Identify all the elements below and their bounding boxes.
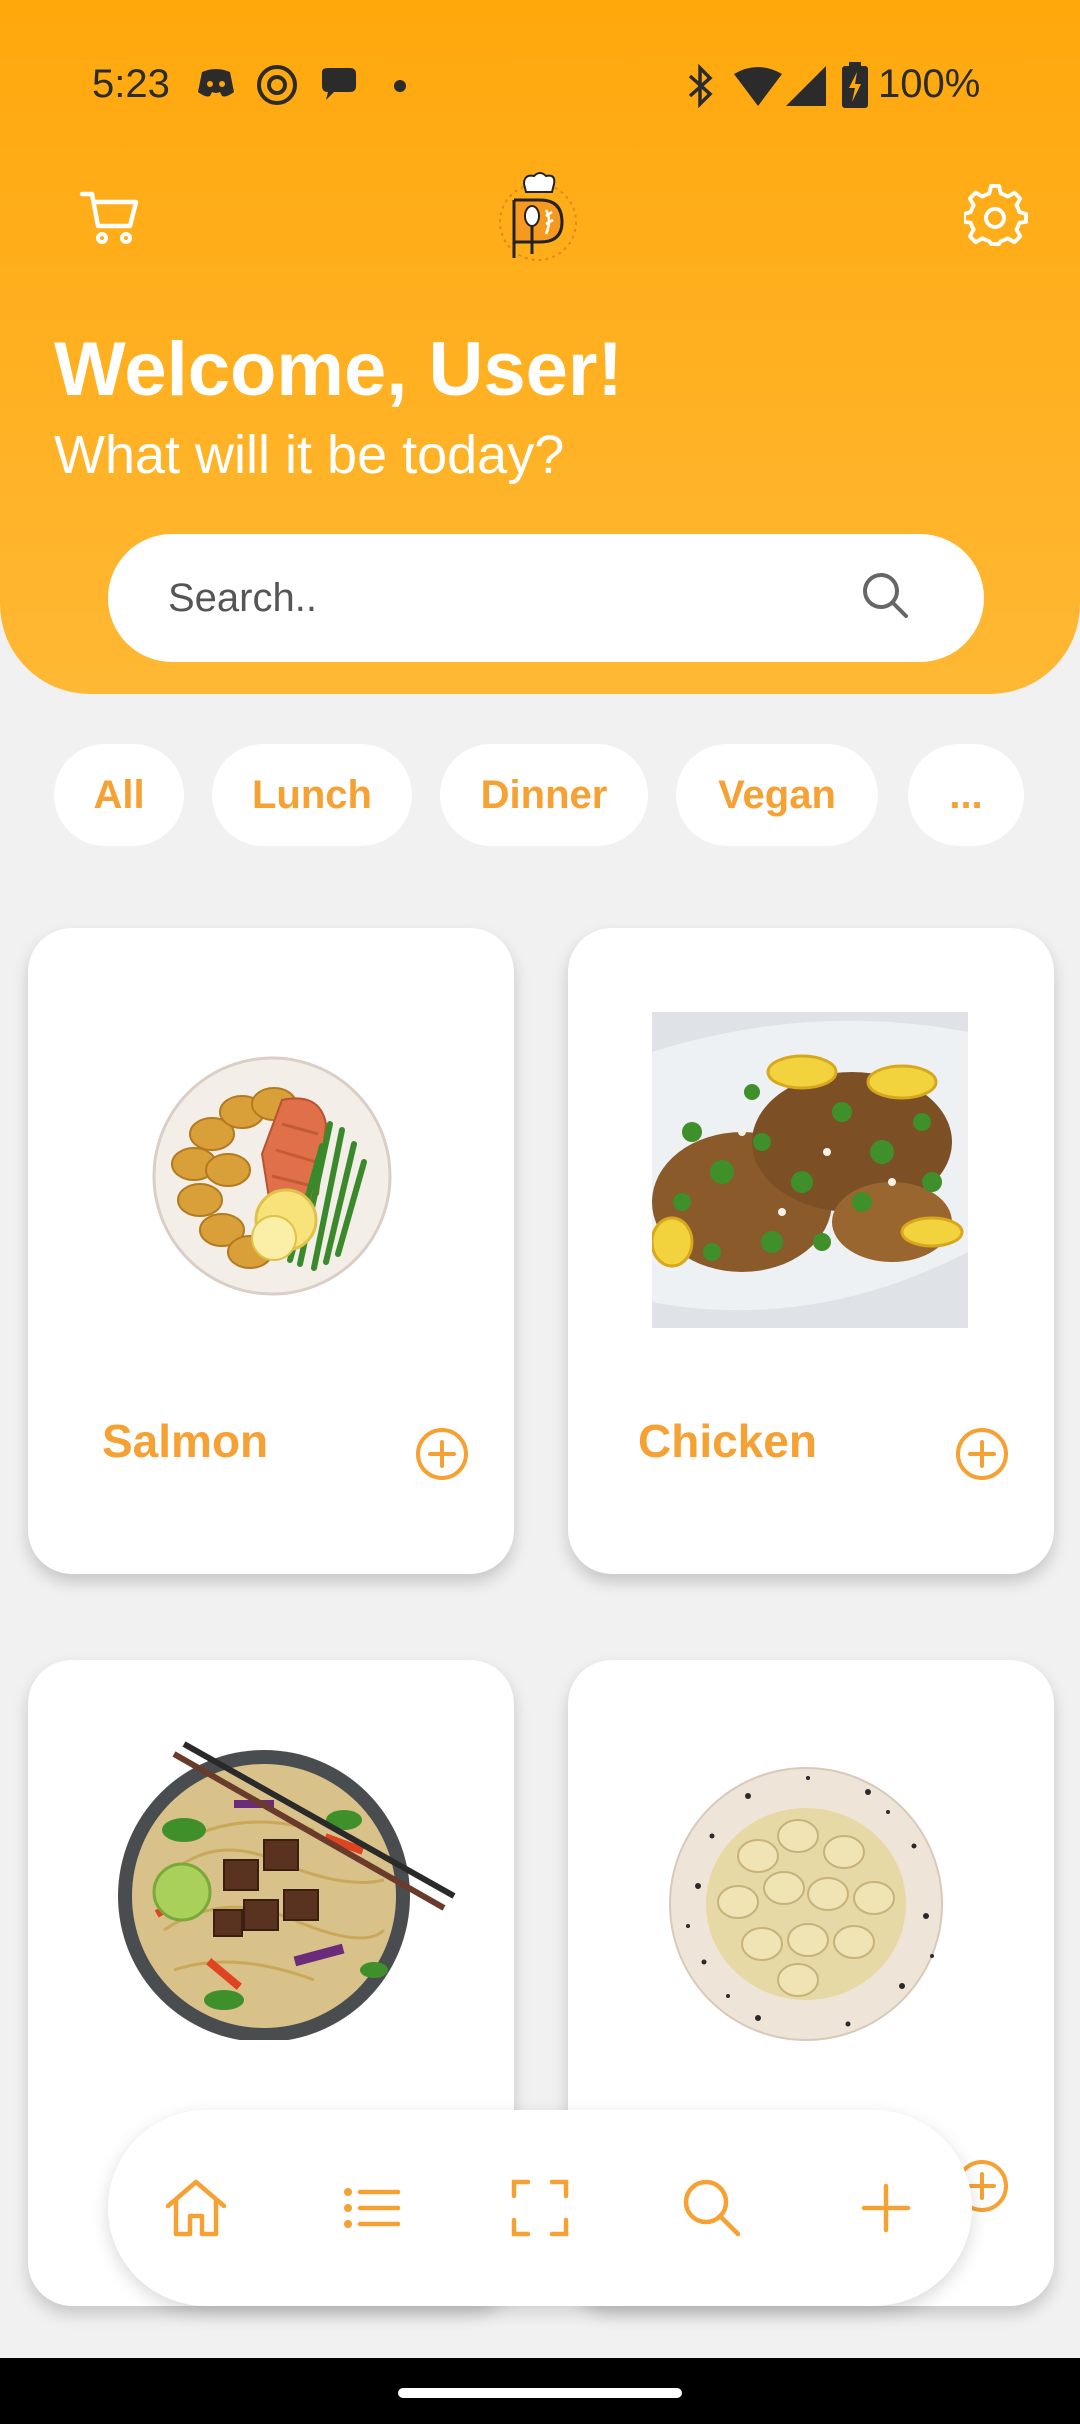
settings-icon[interactable] (964, 184, 1028, 248)
search-icon[interactable] (856, 566, 916, 626)
status-bar: 5:23 100% (0, 0, 1080, 175)
recipe-card-salmon[interactable]: Salmon (28, 928, 514, 1574)
chip-vegan[interactable]: Vegan (676, 744, 878, 846)
search-input[interactable] (168, 564, 868, 632)
chip-more[interactable]: ... (908, 744, 1024, 846)
status-time: 5:23 (92, 62, 170, 106)
plus-icon[interactable] (852, 2174, 920, 2242)
dot-icon (394, 80, 406, 92)
app-logo (499, 172, 577, 261)
list-icon[interactable] (338, 2174, 406, 2242)
noodle-bowl-image (118, 1741, 456, 2040)
bluetooth-icon (688, 64, 713, 108)
chip-all[interactable]: All (54, 744, 184, 846)
at-icon (257, 65, 297, 105)
search-icon[interactable] (678, 2174, 746, 2242)
add-circle-icon[interactable] (954, 1426, 1010, 1482)
chicken-image (652, 1012, 968, 1328)
chat-icon (322, 68, 356, 100)
salmon-image (152, 1056, 392, 1296)
signal-icon (786, 66, 826, 106)
cart-icon[interactable] (78, 184, 142, 248)
search-bar[interactable] (108, 534, 984, 662)
add-circle-icon[interactable] (414, 1426, 470, 1482)
battery-icon (842, 62, 868, 108)
chip-lunch[interactable]: Lunch (212, 744, 412, 846)
pasta-image (669, 1767, 943, 2041)
home-gesture-pill[interactable] (398, 2388, 682, 2398)
recipe-title: Salmon (102, 1415, 269, 1467)
battery-percent: 100% (878, 62, 981, 106)
bottom-navigation (108, 2110, 972, 2306)
home-icon[interactable] (162, 2174, 230, 2242)
recipe-title: Chicken (638, 1415, 817, 1467)
discord-icon (198, 69, 234, 97)
scan-icon[interactable] (506, 2174, 574, 2242)
welcome-subtitle: What will it be today? (54, 425, 565, 485)
recipe-card-chicken[interactable]: Chicken (568, 928, 1054, 1574)
welcome-heading: Welcome, User! (54, 327, 623, 412)
wifi-icon (734, 67, 782, 106)
chip-dinner[interactable]: Dinner (440, 744, 648, 846)
